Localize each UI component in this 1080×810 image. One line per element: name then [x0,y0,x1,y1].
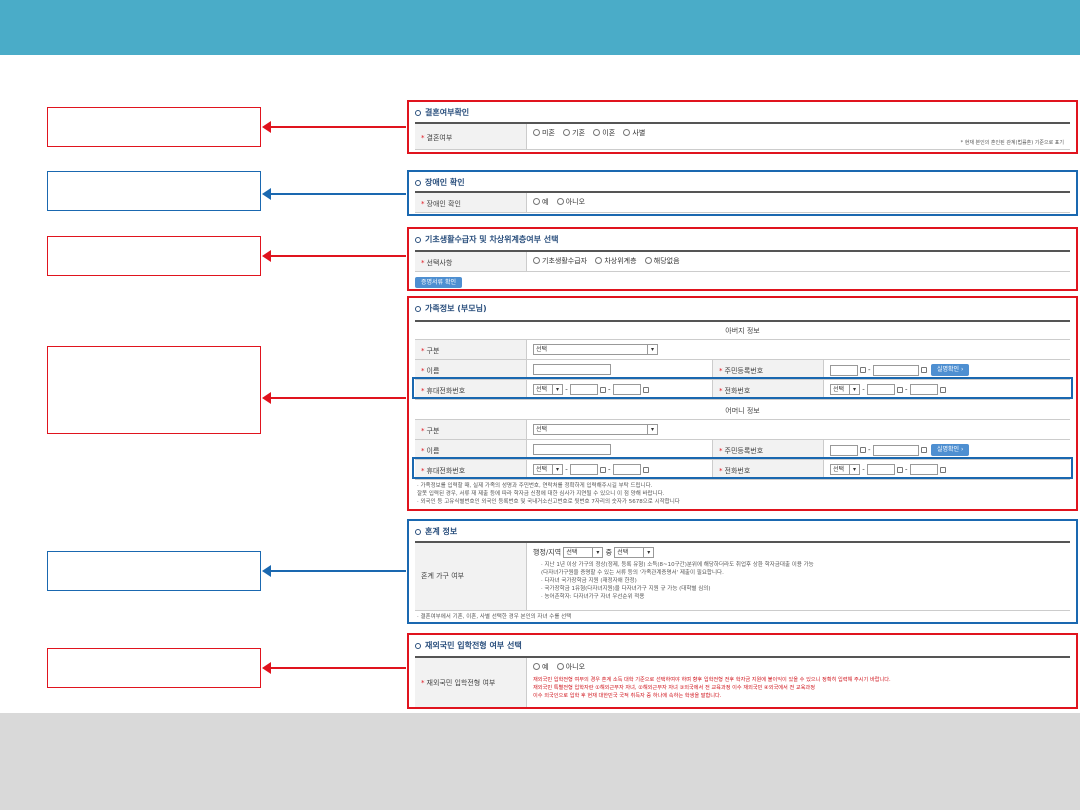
household-label: 혼계 가구 여부 [421,572,465,580]
radio-not-applicable[interactable]: 해당없음 [644,257,680,265]
household-select-1[interactable]: 선택 ▾ [563,547,604,558]
radio-icon [644,257,652,264]
keyboard-security-icon [920,447,927,453]
radio-icon [595,257,603,264]
callout-family [47,346,261,434]
mother-verify-button[interactable]: 실명확인 › [931,444,970,456]
mother-phone-highlight [412,457,1073,479]
radio-married[interactable]: 기혼 [563,129,585,137]
radio-near-poverty[interactable]: 차상위계층 [595,257,637,265]
disability-title: 장애인 확인 [415,177,465,188]
mother-ssn-back-input[interactable] [872,444,919,456]
father-type-select[interactable]: 선택 ▾ [533,344,658,355]
arrow-household [262,565,406,577]
circle-bullet-icon [415,529,421,535]
overseas-label: 재외국민 입학전형 여부 [426,679,496,687]
circle-bullet-icon [415,237,421,243]
marriage-title: 결혼여부확인 [415,107,469,118]
overseas-section: 재외국민 입학전형 여부 선택 * 재외국민 입학전형 여부 예 아니오 재외국민… [407,633,1078,709]
circle-bullet-icon [415,306,421,312]
family-note-3: · 외국인 등 고유식별번호인 외국인 등록번호 및 국내거소신고번호로 뒷번호… [417,499,680,505]
family-title: 가족정보 (부모님) [415,303,487,314]
disability-section: 장애인 확인 * 장애인 확인 예 아니오 [407,170,1078,216]
household-footer-note: · 결혼여부에서 기혼, 이혼, 사별 선택한 경우 본인의 자녀 수를 선택 [417,614,572,620]
arrow-welfare [262,250,406,262]
mother-info-header: 어머니 정보 [415,402,1070,420]
chevron-down-icon: ▾ [647,425,657,434]
marriage-label: 결혼여부 [426,134,453,142]
radio-basic-livelihood[interactable]: 기초생활수급자 [533,257,587,265]
radio-icon [593,129,601,136]
radio-icon [563,129,571,136]
region-label: 행정/지역 [533,548,562,557]
father-phone-highlight [412,377,1073,399]
overseas-note-1: 재외국민 입학전형 여부의 경우 혼계 소득 대학 기준으로 선택하여야 하며 … [533,677,891,683]
chevron-down-icon: ▾ [592,548,602,557]
keyboard-security-icon [860,367,866,373]
overseas-note-2: 재외국민 특별전형 입학자란 ①해외근무자 자녀, ②해외근무자 자녀 ③외국에… [533,685,815,691]
callout-household [47,551,261,591]
arrow-family [262,392,406,404]
welfare-label: 선택사항 [426,259,453,267]
overseas-title: 재외국민 입학전형 여부 선택 [415,640,522,651]
welfare-title: 기초생활수급자 및 차상위계층여부 선택 [415,234,558,245]
chevron-down-icon: ▾ [647,345,657,354]
keyboard-security-icon [920,367,927,373]
arrow-overseas [262,662,406,674]
household-note-3: · 다자녀 국가장학금 지원 (재정자애 한정) [541,578,637,584]
household-note-4: · 국가장학금 1유형(다자녀지원)을 다자녀가구 지원 규 가능 (대학별 심… [541,586,711,592]
radio-disability-no[interactable]: 아니오 [556,198,585,206]
father-ssn-front-input[interactable] [830,364,858,376]
mother-type-select[interactable]: 선택 ▾ [533,424,658,435]
keyboard-security-icon [860,447,866,453]
callout-overseas [47,648,261,688]
circle-bullet-icon [415,110,421,116]
disability-label: 장애인 확인 [426,200,461,208]
household-title: 혼계 정보 [415,526,457,537]
welfare-section: 기초생활수급자 및 차상위계층여부 선택 * 선택사항 기초생활수급자 차상위계층… [407,227,1078,291]
household-select-2[interactable]: 선택 ▾ [614,547,655,558]
overseas-note-3: 이수 외국인으로 입학 후 현재 대한민국 국적 취득자 중 하나에 속하는 학… [533,693,722,699]
radio-icon [533,663,540,670]
mother-name-input[interactable] [533,444,611,455]
radio-widowed[interactable]: 사별 [623,129,645,137]
father-name-input[interactable] [533,364,611,375]
certificate-check-button[interactable]: 증명서류 확인 [415,277,463,288]
radio-icon [533,257,540,264]
circle-bullet-icon [415,643,421,649]
radio-icon [533,129,540,136]
header-bar [0,0,1080,55]
radio-disability-yes[interactable]: 예 [533,198,548,206]
family-note-1: · 가족정보를 입력할 때, 실제 가족의 성명과 주민번호, 연락처를 정확하… [417,483,653,489]
radio-unmarried[interactable]: 미혼 [533,129,555,137]
household-note-5: · 농어촌학자: 다자녀가구 자녀 우선순위 적용 [541,594,645,600]
household-note-1: · 지난 1년 이상 가구의 정상(정제, 등록 유형) 소득(8~10구간)분… [541,562,814,568]
mother-ssn-front-input[interactable] [830,444,858,456]
father-info-header: 아버지 정보 [415,322,1070,340]
radio-icon [623,129,631,136]
footer-bar [0,713,1080,810]
household-section: 혼계 정보 혼계 가구 여부 행정/지역 선택 ▾ 중 선택 ▾ · 지난 1년 이… [407,519,1078,624]
arrow-disability [262,188,406,200]
radio-divorced[interactable]: 이혼 [593,129,615,137]
radio-icon [556,663,564,670]
radio-icon [556,198,564,205]
callout-marriage [47,107,261,147]
radio-icon [533,198,540,205]
select-separator: 중 [605,548,613,557]
callout-disability [47,171,261,211]
chevron-down-icon: ▾ [643,548,653,557]
father-verify-button[interactable]: 실명확인 › [931,364,970,376]
family-section: 가족정보 (부모님) 아버지 정보 * 구분 선택 ▾ * 이름 * 주민등록번호 - … [407,296,1078,511]
family-note-2: 잘못 입력된 경우, 서류 재 제출 등에 따라 학자금 신청에 대한 심사가 … [417,491,665,497]
radio-overseas-yes[interactable]: 예 [533,663,548,671]
circle-bullet-icon [415,180,421,186]
father-ssn-back-input[interactable] [872,364,919,376]
radio-overseas-no[interactable]: 아니오 [556,663,585,671]
marriage-note: * 현재 본인의 혼인된 관계(법률혼) 기준으로 표기 [960,140,1064,146]
household-note-2: (다자녀가구원을 증명할 수 있는 서류 등의 '가족관계증명서' 제출이 필요… [541,570,724,576]
marriage-section: 결혼여부확인 * 결혼여부 미혼 기혼 이혼 사별 * 현재 본인의 혼인된 관계… [407,100,1078,154]
callout-welfare [47,236,261,276]
arrow-marriage [262,121,406,133]
